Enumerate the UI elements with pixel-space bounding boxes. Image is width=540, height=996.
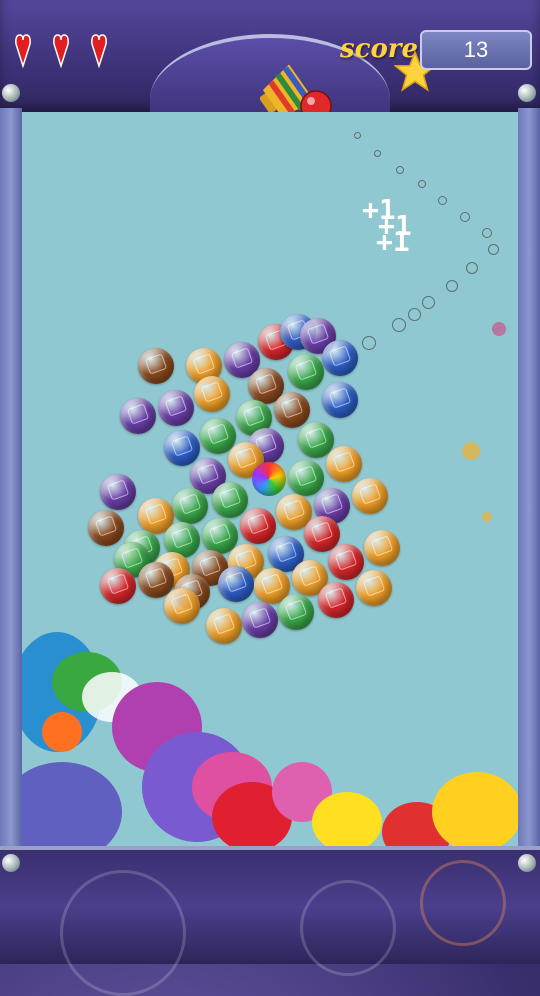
bubble-orange [356, 570, 392, 606]
life-heart-icon [91, 34, 107, 68]
bubble-green [212, 482, 248, 518]
bubble-orange [326, 446, 362, 482]
bubble-red [328, 544, 364, 580]
bubble-orange [352, 478, 388, 514]
paint-drop [492, 322, 506, 336]
bubble-green [288, 354, 324, 390]
aim-dot [460, 212, 470, 222]
bubble-green [278, 594, 314, 630]
right-frame [518, 108, 540, 850]
bubble-orange [364, 530, 400, 566]
score-popup: +1 [376, 225, 410, 258]
bokeh-ring [420, 860, 506, 946]
screw-icon [518, 84, 536, 102]
aim-dot [392, 318, 406, 332]
bubble-red [318, 582, 354, 618]
aim-dot [422, 296, 435, 309]
paint-splat [22, 762, 122, 846]
bubble-brown [274, 392, 310, 428]
aim-dot [482, 228, 492, 238]
bottom-frame [0, 846, 540, 996]
bubble-red [240, 508, 276, 544]
bubble-brown [138, 348, 174, 384]
bubble-blue [322, 340, 358, 376]
aim-dot [408, 308, 421, 321]
score-value: 13 [420, 30, 532, 70]
aim-dot [418, 180, 426, 188]
bubble-orange [206, 608, 242, 644]
screw-icon [2, 854, 20, 872]
screw-icon [518, 854, 536, 872]
aim-dot [362, 336, 376, 350]
aim-dot [488, 244, 499, 255]
life-heart-icon [15, 34, 31, 68]
aim-dot [374, 150, 381, 157]
paint-splat [432, 772, 518, 846]
aim-dot [396, 166, 404, 174]
paint-drop [482, 512, 492, 522]
bubble-green [172, 488, 208, 524]
aim-dot [466, 262, 478, 274]
left-frame [0, 108, 22, 850]
aim-dot [354, 132, 361, 139]
aim-dot [438, 196, 447, 205]
bubble-red [100, 568, 136, 604]
bubble-blue [218, 566, 254, 602]
rainbow-bubble [252, 462, 286, 496]
bubble-green [288, 460, 324, 496]
bokeh-ring [300, 880, 396, 976]
bubble-purple [242, 602, 278, 638]
bubble-brown [88, 510, 124, 546]
bubble-orange [164, 588, 200, 624]
bubble-purple [120, 398, 156, 434]
bubble-purple [100, 474, 136, 510]
paint-splat [42, 712, 82, 752]
bubble-blue [322, 382, 358, 418]
aim-dot [446, 280, 458, 292]
paint-splat [312, 792, 382, 846]
life-heart-icon [53, 34, 69, 68]
screw-icon [2, 84, 20, 102]
paint-drop [462, 442, 480, 460]
bokeh-ring [60, 870, 186, 996]
bubble-blue [164, 430, 200, 466]
bubble-orange [194, 376, 230, 412]
bubble-purple [158, 390, 194, 426]
playfield[interactable]: +1 +1 +1 [22, 112, 518, 846]
